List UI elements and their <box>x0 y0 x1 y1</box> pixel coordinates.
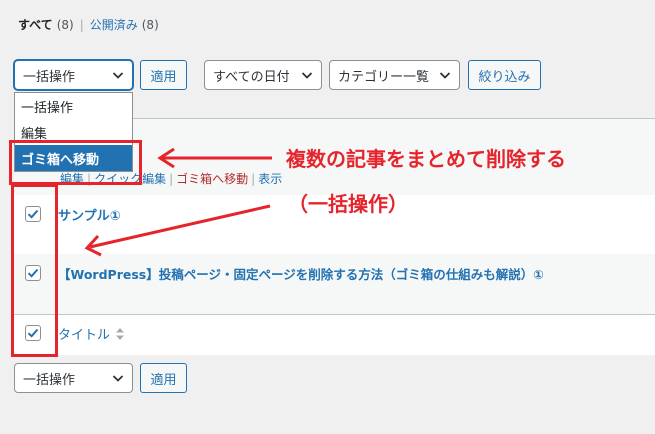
chevron-down-icon <box>112 375 124 382</box>
post-title-link[interactable]: サンプル① <box>58 205 121 224</box>
filter-separator: | <box>79 17 84 32</box>
category-filter-select[interactable]: カテゴリー一覧 <box>329 60 460 90</box>
table-row <box>14 254 655 314</box>
annotation-text-sub: （一括操作） <box>288 192 408 216</box>
filter-all-count: (8) <box>56 17 74 32</box>
chevron-down-icon <box>112 72 124 79</box>
filter-published-link[interactable]: 公開済み <box>90 16 138 33</box>
bulk-option-none[interactable]: 一括操作 <box>15 93 132 119</box>
bottom-bulk-action-value: 一括操作 <box>23 372 76 388</box>
filter-published-count: (8) <box>141 17 159 32</box>
post-title-link[interactable]: 【WordPress】投稿ページ・固定ページを削除する方法（ゴミ箱の仕組みも解説… <box>58 264 544 283</box>
status-filter-links: すべて (8) | 公開済み (8) <box>18 16 159 33</box>
chevron-down-icon <box>301 72 313 79</box>
bottom-bulk-action-select[interactable]: 一括操作 <box>14 363 133 393</box>
row-action-separator: | <box>169 172 174 186</box>
row-action-separator: | <box>251 172 256 186</box>
column-title-label: タイトル <box>58 328 111 343</box>
bottom-apply-button[interactable]: 適用 <box>140 363 187 393</box>
bulk-action-select[interactable]: 一括操作 <box>14 60 133 90</box>
filter-all-link[interactable]: すべて <box>18 16 53 33</box>
row-action-view[interactable]: 表示 <box>258 172 282 186</box>
date-filter-value: すべての日付 <box>213 69 290 85</box>
bulk-action-value: 一括操作 <box>23 69 76 85</box>
filter-button[interactable]: 絞り込み <box>468 60 541 90</box>
sort-icon <box>116 327 125 340</box>
row-action-trash[interactable]: ゴミ箱へ移動 <box>176 172 248 186</box>
annotation-highlight-trash-option <box>9 140 142 185</box>
apply-button[interactable]: 適用 <box>140 60 187 90</box>
annotation-highlight-checkboxes <box>11 184 58 357</box>
chevron-down-icon <box>439 72 451 79</box>
date-filter-select[interactable]: すべての日付 <box>204 60 322 90</box>
category-filter-value: カテゴリー一覧 <box>338 69 430 85</box>
column-title-sort[interactable]: タイトル <box>58 324 125 343</box>
annotation-text-main: 複数の記事をまとめて削除する <box>286 147 566 171</box>
